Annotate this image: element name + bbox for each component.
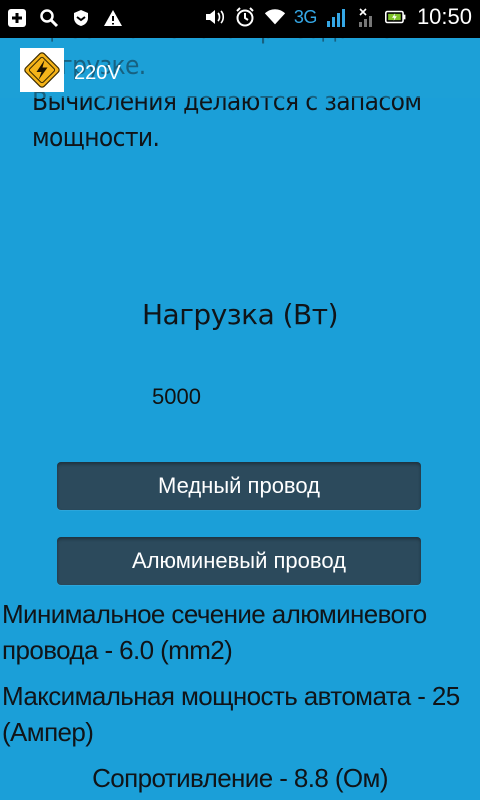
warning-icon [102, 6, 124, 30]
resistance-result: Сопротивление - 8.8 (Ом) [92, 763, 388, 793]
scroll-content[interactable]: щность автомата при заданной нагрузке. В… [0, 0, 480, 800]
load-label: Нагрузка (Вт) [142, 298, 339, 331]
volume-icon [204, 5, 226, 29]
network-type: 3G [293, 6, 318, 27]
signal-x-icon [355, 5, 377, 29]
status-bar: 3G 10:50 [0, 0, 480, 38]
cross-section-result: Минимальное сечение алюминевого провода … [2, 599, 427, 665]
load-input[interactable]: 5000 [152, 380, 352, 414]
alarm-icon [234, 5, 256, 29]
lightning-warning-icon[interactable] [20, 48, 64, 92]
search-icon [38, 6, 60, 30]
plus-icon [6, 6, 28, 30]
battery-charging-icon [384, 5, 407, 29]
shield-icon [70, 6, 92, 30]
clock: 10:50 [416, 4, 472, 29]
app-title: 220V [74, 62, 121, 84]
action-bar [0, 38, 480, 98]
copper-wire-button[interactable]: Медный провод [57, 462, 421, 510]
aluminum-wire-button[interactable]: Алюминевый провод [57, 537, 421, 585]
signal-icon [325, 5, 347, 29]
breaker-result: Максимальная мощность автомата - 25 (Амп… [2, 681, 460, 747]
wifi-icon [264, 5, 286, 29]
